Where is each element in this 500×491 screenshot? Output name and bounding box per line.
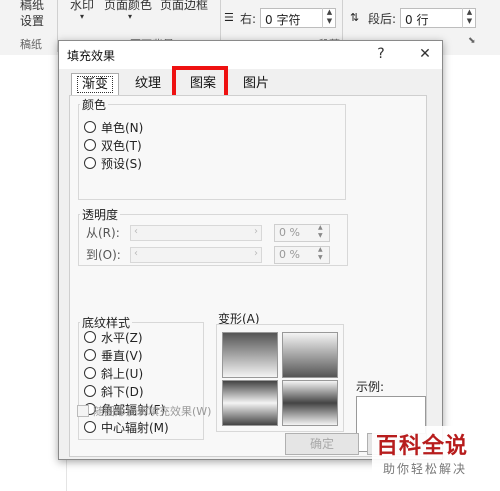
to-spin-icon[interactable]: ▲ ▼ <box>318 246 323 262</box>
radio-label: 水平(Z) <box>101 330 143 345</box>
watermark-slogan: 助你轻松解决 <box>383 462 468 476</box>
indent-right-icon: ☰ <box>224 11 234 24</box>
slider-left-icon: ‹ <box>134 226 138 237</box>
manuscript-button-line2[interactable]: 设置 <box>20 12 44 29</box>
checkbox-label: 随图形旋转填充效果(W) <box>93 405 212 418</box>
radio-label: 单色(N) <box>101 120 144 135</box>
radio-label: 中心辐射(M) <box>101 420 169 435</box>
ok-button[interactable]: 确定 <box>285 433 359 455</box>
radio-one-color[interactable]: 单色(N) <box>84 118 143 136</box>
spacing-after-icon: ⇅ <box>350 11 360 24</box>
tab-gradient[interactable]: 渐变 <box>71 73 119 96</box>
slider-left-icon: ‹ <box>134 248 138 259</box>
radio-icon <box>84 157 96 169</box>
from-slider[interactable]: ‹ › <box>130 225 262 241</box>
radio-label: 垂直(V) <box>101 348 143 363</box>
spacing-after-label: 段后: <box>368 12 397 26</box>
group-launcher-icon[interactable]: ⬊ <box>468 36 476 46</box>
radio-icon <box>84 367 96 379</box>
radio-icon <box>84 139 96 151</box>
radio-icon <box>84 331 96 343</box>
variant-tile-3[interactable] <box>222 380 278 426</box>
indent-right-label: 右: <box>240 12 257 26</box>
to-slider[interactable]: ‹ › <box>130 247 262 263</box>
document-page-area <box>0 55 67 491</box>
fill-effects-dialog: 填充效果 ? ✕ 渐变 纹理 图案 图片 颜色 单色(N) 双色(T) 预设(S… <box>58 40 443 460</box>
transparency-group-title: 透明度 <box>80 206 121 223</box>
radio-icon <box>84 421 96 433</box>
variant-tile-4[interactable] <box>282 380 338 426</box>
from-label: 从(R): <box>86 226 120 240</box>
colors-group-title: 颜色 <box>80 96 109 113</box>
tab-gradient-label: 渐变 <box>76 76 113 93</box>
radio-label: 斜下(D) <box>101 384 144 399</box>
radio-from-center[interactable]: 中心辐射(M) <box>84 418 169 436</box>
to-label: 到(O): <box>86 248 121 262</box>
dialog-title: 填充效果 <box>67 49 116 63</box>
help-button[interactable]: ? <box>367 43 395 65</box>
radio-label: 双色(T) <box>101 138 142 153</box>
radio-label: 预设(S) <box>101 156 142 171</box>
radio-label: 斜上(U) <box>101 366 144 381</box>
slider-right-icon: › <box>254 226 258 237</box>
watermark-dropdown-icon[interactable]: ▾ <box>80 12 84 21</box>
radio-icon <box>84 121 96 133</box>
spacing-after-spin-icon[interactable]: ▲ ▼ <box>462 8 476 28</box>
radio-icon <box>84 349 96 361</box>
tab-texture[interactable]: 纹理 <box>127 73 169 95</box>
slider-right-icon: › <box>254 248 258 259</box>
checkbox-icon <box>77 405 89 417</box>
radio-diagonal-down[interactable]: 斜下(D) <box>84 382 144 400</box>
from-spin-icon[interactable]: ▲ ▼ <box>318 224 323 240</box>
radio-preset[interactable]: 预设(S) <box>84 154 142 172</box>
page-color-dropdown-icon[interactable]: ▾ <box>128 12 132 21</box>
watermark-logo-text: 百科全说 <box>376 434 469 459</box>
close-button[interactable]: ✕ <box>411 43 439 65</box>
rotate-with-shape-checkbox[interactable]: 随图形旋转填充效果(W) <box>77 403 211 419</box>
tab-picture[interactable]: 图片 <box>235 73 277 95</box>
page-border-button[interactable]: 页面边框 <box>160 0 208 13</box>
group-label-manuscript: 稿纸 <box>20 38 42 51</box>
sample-label: 示例: <box>356 380 385 394</box>
variant-tile-1[interactable] <box>222 332 278 378</box>
variant-tile-2[interactable] <box>282 332 338 378</box>
radio-vertical[interactable]: 垂直(V) <box>84 346 143 364</box>
radio-diagonal-up[interactable]: 斜上(U) <box>84 364 143 382</box>
radio-icon <box>84 385 96 397</box>
indent-right-spin-icon[interactable]: ▲ ▼ <box>322 8 336 28</box>
radio-two-colors[interactable]: 双色(T) <box>84 136 142 154</box>
radio-horizontal[interactable]: 水平(Z) <box>84 328 143 346</box>
